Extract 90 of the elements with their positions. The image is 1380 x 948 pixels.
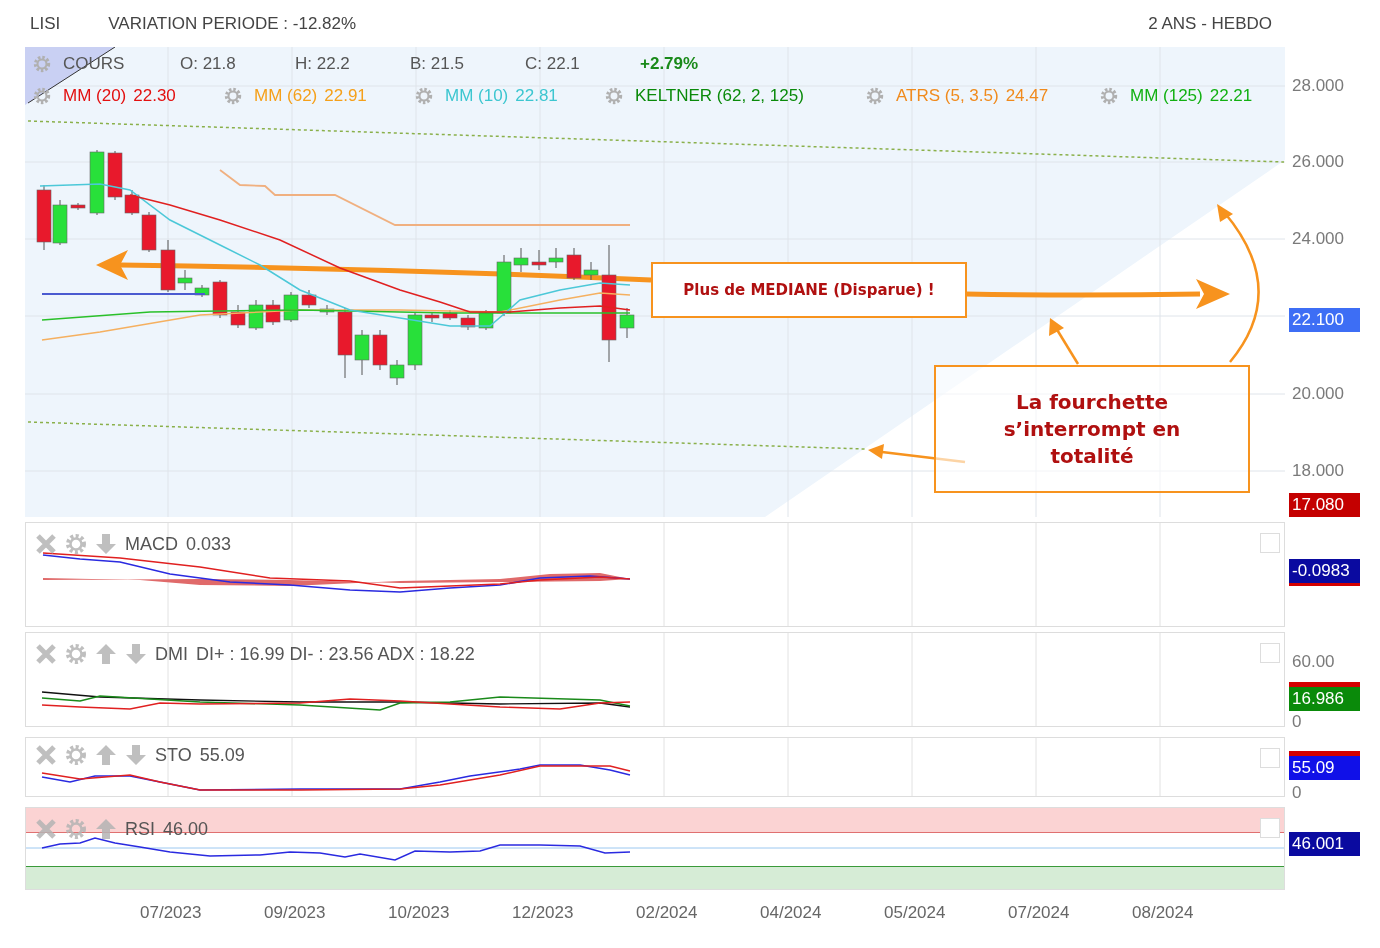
date-label: 04/2024 (760, 902, 823, 923)
candlestick (36, 184, 52, 251)
date-label: 05/2024 (884, 902, 947, 923)
indicator-label: KELTNER (62, 2, 125) (635, 86, 804, 106)
axis-label: 26.000 (1292, 151, 1344, 173)
arrow-up-icon[interactable] (95, 744, 117, 766)
candlestick (548, 247, 564, 269)
candlestick (248, 299, 264, 331)
date-label: 02/2024 (636, 902, 699, 923)
candlestick (265, 299, 281, 326)
date-label: 08/2024 (1132, 902, 1195, 923)
annotation-text: La fourchette s’interrompt en totalité (1002, 388, 1182, 470)
price-badge: 17.080 (1289, 493, 1360, 517)
indicator-label: MM (62) (254, 86, 318, 106)
date-label: 09/2023 (264, 902, 327, 923)
annotation-text: Plus de MEDIANE (Disparue) ! (683, 281, 935, 299)
candlestick (301, 289, 317, 309)
settings-icon[interactable] (65, 818, 87, 840)
settings-icon[interactable] (65, 643, 87, 665)
indicator-value: 22.81 (515, 86, 558, 106)
indicator-label: MM (10) (445, 86, 509, 106)
axis-label: 0 (1292, 711, 1302, 733)
settings-icon[interactable] (1100, 87, 1118, 105)
settings-icon[interactable] (65, 744, 87, 766)
candlestick (283, 291, 299, 323)
axis-label: 24.000 (1292, 228, 1344, 250)
price-value: C: 22.1 (525, 54, 580, 74)
close-icon[interactable] (35, 533, 57, 555)
period-variation: VARIATION PERIODE : -12.82% (108, 13, 357, 34)
indicator-value: 22.21 (1209, 86, 1253, 106)
indicator-value: 22.30 (133, 86, 176, 106)
indicator-name: STO (155, 744, 192, 766)
price-badge: 55.09 (1289, 751, 1360, 780)
candlestick (460, 314, 476, 331)
price-value: O: 21.8 (180, 54, 236, 74)
price-badge: -0.0983 (1289, 559, 1360, 586)
axis-label: 28.000 (1292, 75, 1344, 97)
indicator-label: ATRS (5, 3.5) (896, 86, 999, 106)
indicator-value: 0.033 (186, 533, 232, 555)
arrow-down-icon[interactable] (125, 643, 147, 665)
settings-icon[interactable] (605, 87, 623, 105)
indicator-value: DI+ : 16.99 DI- : 23.56 ADX : 18.22 (196, 643, 475, 665)
indicator-label: MM (20) (63, 86, 127, 106)
indicator-name: MACD (125, 533, 178, 555)
settings-icon[interactable] (65, 533, 87, 555)
checkbox[interactable] (1260, 643, 1280, 663)
date-label: 07/2023 (140, 902, 203, 923)
axis-label: 20.000 (1292, 383, 1344, 405)
indicator-value: 55.09 (199, 744, 245, 766)
price-badge: 22.100 (1289, 308, 1360, 332)
checkbox[interactable] (1260, 748, 1280, 768)
settings-icon[interactable] (866, 87, 884, 105)
close-icon[interactable] (35, 744, 57, 766)
date-label: 07/2024 (1008, 902, 1071, 923)
axis-label: 18.000 (1292, 460, 1344, 482)
indicator-label: MM (125) (1130, 86, 1203, 106)
axis-label: 60.00 (1292, 651, 1335, 673)
arrow-up-icon[interactable] (95, 818, 117, 840)
candlestick (52, 199, 68, 246)
candlestick (619, 307, 635, 339)
indicator-value: 22.91 (324, 86, 367, 106)
checkbox[interactable] (1260, 533, 1280, 553)
date-label: 10/2023 (388, 902, 451, 923)
settings-icon[interactable] (415, 87, 433, 105)
date-label: 12/2023 (512, 902, 575, 923)
arrow (1049, 318, 1080, 365)
candlestick (531, 249, 547, 271)
candlestick (319, 304, 335, 316)
price-change: +2.79% (640, 54, 699, 74)
indicator-value: 24.47 (1005, 86, 1049, 106)
stock-symbol: LISI (30, 13, 61, 34)
candlestick (478, 309, 494, 331)
price-value: H: 22.2 (295, 54, 350, 74)
candlestick (70, 202, 86, 211)
candlestick (89, 149, 105, 216)
price-value: B: 21.5 (410, 54, 464, 74)
chart-period[interactable]: 2 ANS - HEBDO (1148, 13, 1272, 34)
settings-icon[interactable] (33, 87, 51, 105)
candlestick (230, 304, 246, 329)
arrow-up-icon[interactable] (95, 643, 117, 665)
indicator-name: DMI (155, 643, 188, 665)
price-badge: 16.986 (1289, 682, 1360, 711)
arrow-down-icon[interactable] (125, 744, 147, 766)
arrow-down-icon[interactable] (95, 533, 117, 555)
close-icon[interactable] (35, 643, 57, 665)
price-badge: 46.001 (1289, 832, 1360, 856)
settings-icon[interactable] (224, 87, 242, 105)
checkbox[interactable] (1260, 818, 1280, 838)
axis-label: 0 (1292, 782, 1302, 804)
close-icon[interactable] (35, 818, 57, 840)
